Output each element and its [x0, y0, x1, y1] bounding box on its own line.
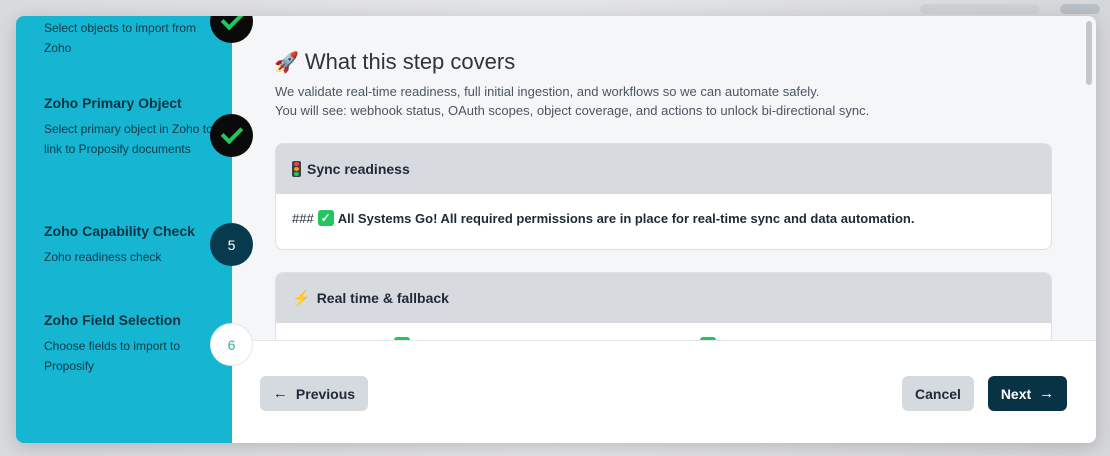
- next-label: Next: [1000, 385, 1032, 402]
- traffic-light-icon: [292, 161, 301, 177]
- previous-button[interactable]: ← Previous: [260, 376, 368, 411]
- card-body: ✓ ✓: [276, 323, 1051, 340]
- arrow-right-icon: →: [1039, 385, 1055, 402]
- step-number-upcoming: 6: [210, 323, 253, 366]
- card-title: Sync readiness: [307, 161, 410, 177]
- step-title: Zoho Field Selection: [44, 312, 181, 328]
- scrollbar-thumb[interactable]: [1086, 21, 1092, 85]
- status-message: All Systems Go! All required permissions…: [337, 210, 915, 226]
- card-title: Real time & fallback: [316, 290, 449, 306]
- step-field-selection[interactable]: Zoho Field Selection Choose fields to im…: [44, 310, 214, 376]
- step-desc: Select primary object in Zoho to link to…: [44, 122, 213, 156]
- step-desc: Select objects to import from Zoho: [44, 21, 197, 55]
- card-header: ⚡ Real time & fallback: [276, 273, 1051, 323]
- realtime-fallback-card: ⚡ Real time & fallback ✓ ✓: [275, 272, 1052, 340]
- step-desc: Choose fields to import to Proposify: [44, 339, 181, 373]
- wizard-modal: Select objects to import from Zoho Zoho …: [16, 16, 1096, 443]
- card-header: Sync readiness: [276, 144, 1051, 194]
- wizard-footer: ← Previous Cancel Next →: [232, 340, 1096, 443]
- step-primary-object[interactable]: Zoho Primary Object Select primary objec…: [44, 93, 214, 159]
- sync-readiness-card: Sync readiness ### ✓ All Systems Go! All…: [275, 143, 1052, 250]
- intro-line: We validate real-time readiness, full in…: [275, 84, 820, 99]
- step-title: Zoho Capability Check: [44, 223, 195, 239]
- step-capability-check[interactable]: Zoho Capability Check Zoho readiness che…: [44, 221, 214, 267]
- intro-line: You will see: webhook status, OAuth scop…: [275, 103, 870, 118]
- backdrop-blur: [1060, 4, 1100, 14]
- cancel-button[interactable]: Cancel: [902, 376, 974, 411]
- intro-text: We validate real-time readiness, full in…: [275, 82, 869, 120]
- next-button[interactable]: Next →: [988, 376, 1067, 411]
- cancel-label: Cancel: [915, 385, 961, 402]
- step-select-objects[interactable]: Select objects to import from Zoho: [44, 18, 214, 58]
- previous-label: Previous: [295, 385, 356, 402]
- step-content[interactable]: 🚀 What this step covers We validate real…: [232, 16, 1096, 340]
- section-heading: 🚀 What this step covers: [274, 49, 515, 75]
- card-body: ### ✓ All Systems Go! All required permi…: [276, 194, 1051, 242]
- step-number-current: 5: [210, 223, 253, 266]
- step-desc: Zoho readiness check: [44, 250, 162, 264]
- lightning-icon: ⚡: [292, 290, 311, 307]
- rocket-icon: 🚀: [274, 51, 299, 74]
- markdown-prefix: ###: [292, 210, 314, 226]
- check-mark-icon: ✓: [317, 210, 334, 226]
- step-title: Zoho Primary Object: [44, 95, 182, 111]
- step-complete-icon: [210, 114, 253, 157]
- backdrop-blur: [920, 4, 1040, 14]
- section-heading-text: What this step covers: [304, 49, 516, 74]
- steps-sidebar: Select objects to import from Zoho Zoho …: [16, 16, 232, 443]
- arrow-left-icon: ←: [272, 385, 288, 402]
